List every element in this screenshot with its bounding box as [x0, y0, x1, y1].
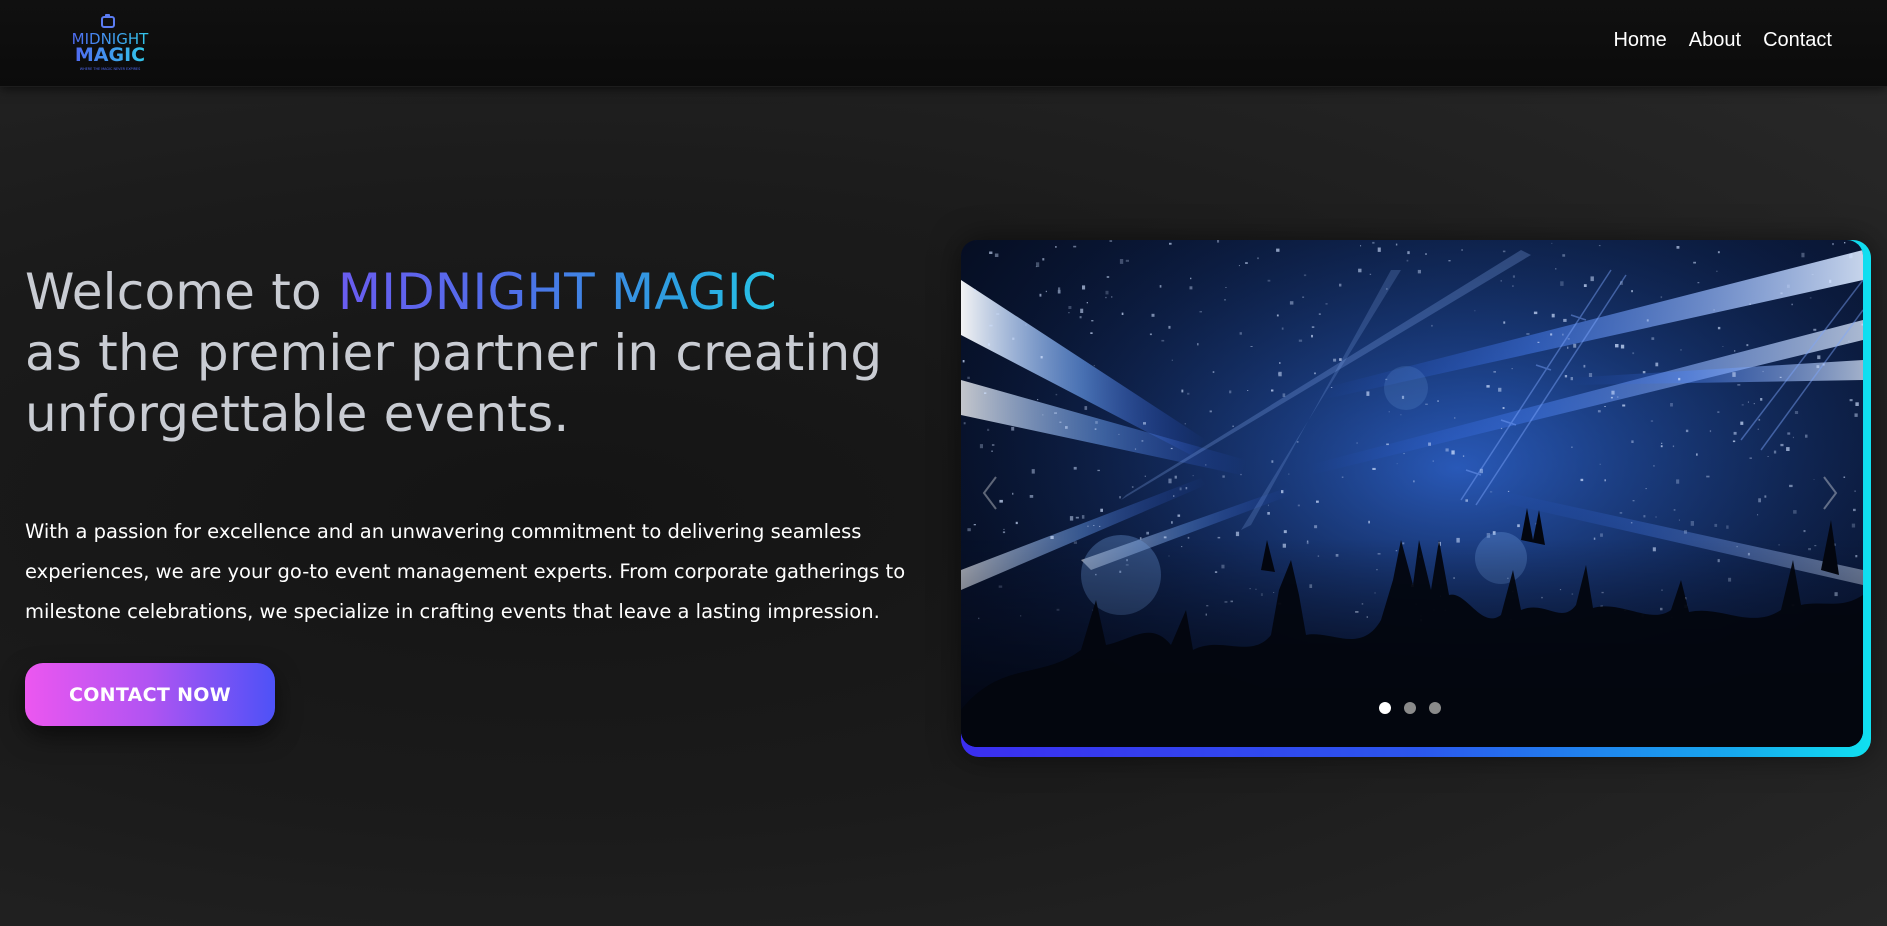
carousel-prev-arrow-icon[interactable]: [980, 473, 1000, 513]
contact-now-button[interactable]: CONTACT NOW: [25, 663, 275, 726]
headline-prefix: Welcome to: [25, 263, 322, 321]
brand-logo[interactable]: MIDNIGHT MAGIC WHERE THE MAGIC NEVER EXP…: [62, 14, 158, 72]
headline-line3: unforgettable events.: [25, 385, 570, 443]
nav-link-about[interactable]: About: [1689, 29, 1741, 52]
navbar: MIDNIGHT MAGIC WHERE THE MAGIC NEVER EXP…: [0, 0, 1887, 87]
headline-line2: as the premier partner in creating: [25, 324, 883, 382]
headline-brand-name: MIDNIGHT MAGIC: [337, 263, 777, 321]
hero-description: With a passion for excellence and an unw…: [25, 520, 906, 623]
logo-tagline: WHERE THE MAGIC NEVER EXPIRES: [80, 67, 140, 71]
carousel-indicators: [1379, 702, 1441, 714]
logo-emblem-icon: MIDNIGHT MAGIC WHERE THE MAGIC NEVER EXP…: [72, 14, 149, 71]
carousel-dot-1[interactable]: [1379, 702, 1391, 714]
carousel-dot-2[interactable]: [1404, 702, 1416, 714]
logo-line2: MAGIC: [75, 44, 145, 66]
concert-image: [961, 240, 1863, 747]
carousel-next-arrow-icon[interactable]: [1820, 473, 1840, 513]
main-nav: Home About Contact: [1613, 29, 1832, 52]
carousel-dot-3[interactable]: [1429, 702, 1441, 714]
hero-headline: Welcome to MIDNIGHT MAGIC as the premier…: [25, 262, 925, 445]
hero-carousel[interactable]: [961, 240, 1863, 747]
nav-link-home[interactable]: Home: [1613, 29, 1666, 52]
nav-link-contact[interactable]: Contact: [1763, 29, 1832, 52]
